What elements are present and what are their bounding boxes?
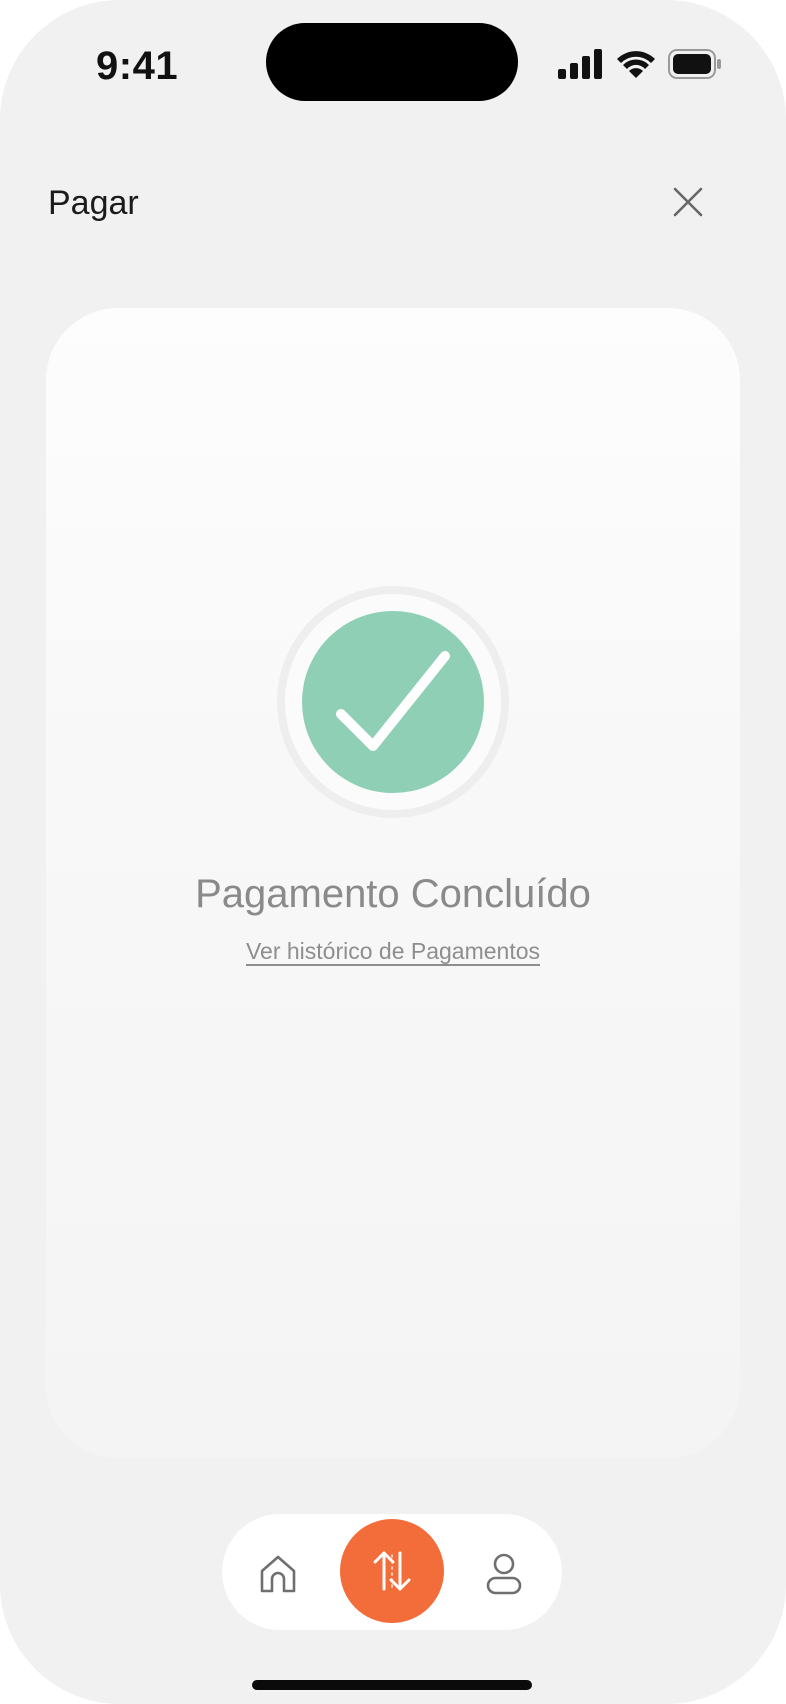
nav-profile-button[interactable] — [478, 1548, 530, 1600]
home-icon — [260, 1555, 296, 1593]
wifi-icon — [617, 51, 655, 78]
transfer-arrows-icon — [373, 1551, 411, 1591]
dynamic-island — [266, 23, 518, 101]
history-link-wrap: Ver histórico de Pagamentos — [0, 938, 786, 965]
status-time: 9:41 — [96, 44, 179, 88]
payment-history-link[interactable]: Ver histórico de Pagamentos — [246, 938, 540, 964]
profile-icon — [486, 1553, 522, 1595]
battery-icon — [668, 49, 721, 79]
close-button[interactable] — [666, 180, 710, 224]
check-circle-icon — [277, 586, 509, 818]
home-indicator[interactable] — [252, 1680, 532, 1690]
nav-transfer-button[interactable] — [340, 1519, 444, 1623]
status-icons — [558, 46, 722, 82]
phone-screen: 9:41 Pagar Pagamento Concluído Ver histó… — [0, 0, 786, 1704]
nav-home-button[interactable] — [252, 1548, 304, 1600]
bottom-nav — [222, 1514, 562, 1630]
close-icon — [673, 187, 703, 217]
cellular-signal-icon — [558, 49, 602, 79]
success-badge — [275, 584, 511, 820]
success-title: Pagamento Concluído — [195, 872, 591, 916]
page-title: Pagar — [48, 184, 139, 222]
